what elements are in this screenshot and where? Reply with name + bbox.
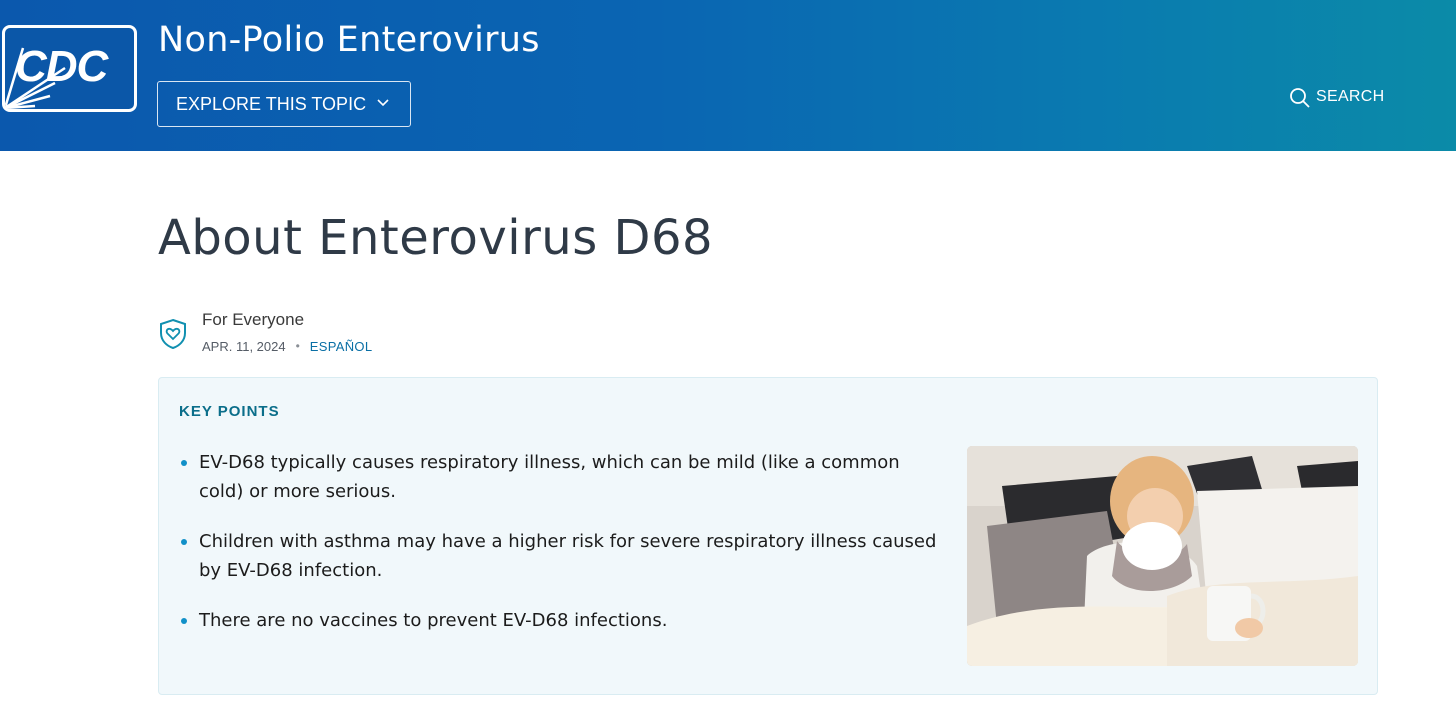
chevron-down-icon [377, 99, 389, 107]
publish-date: APR. 11, 2024 [202, 338, 286, 354]
list-item: There are no vaccines to prevent EV-D68 … [179, 606, 949, 635]
site-title[interactable]: Non-Polio Enterovirus [158, 20, 540, 60]
key-point-text: EV-D68 typically causes respiratory illn… [199, 452, 900, 502]
search-icon [1290, 87, 1310, 108]
cdc-logo[interactable]: CDC [2, 25, 137, 112]
key-points-list: EV-D68 typically causes respiratory illn… [179, 448, 949, 656]
language-link[interactable]: ESPAÑOL [310, 339, 373, 354]
list-item: EV-D68 typically causes respiratory illn… [179, 448, 949, 506]
photo-illustration [967, 446, 1358, 666]
article-meta: APR. 11, 2024 • ESPAÑOL [202, 337, 372, 355]
bullet-icon [181, 460, 187, 466]
search-label: SEARCH [1316, 88, 1385, 105]
search-button[interactable]: SEARCH [1289, 86, 1384, 108]
key-points-heading: KEY POINTS [179, 403, 280, 420]
key-points-box: KEY POINTS EV-D68 typically causes respi… [158, 377, 1378, 695]
key-point-text: There are no vaccines to prevent EV-D68 … [199, 610, 668, 631]
bullet-icon [181, 539, 187, 545]
shield-heart-icon [160, 318, 186, 350]
logo-text: CDC [15, 42, 108, 91]
list-item: Children with asthma may have a higher r… [179, 527, 949, 585]
child-sneezing-photo [967, 446, 1358, 666]
explore-topic-label: EXPLORE THIS TOPIC [176, 93, 367, 114]
audience-label: For Everyone [202, 310, 305, 329]
explore-topic-button[interactable]: EXPLORE THIS TOPIC [157, 81, 411, 127]
page-title: About Enterovirus D68 [158, 210, 714, 266]
bullet-icon [181, 618, 187, 624]
site-header: CDC Non-Polio Enterovirus EXPLORE THIS T… [0, 0, 1456, 151]
key-point-text: Children with asthma may have a higher r… [199, 531, 937, 581]
separator-dot: • [295, 339, 300, 353]
